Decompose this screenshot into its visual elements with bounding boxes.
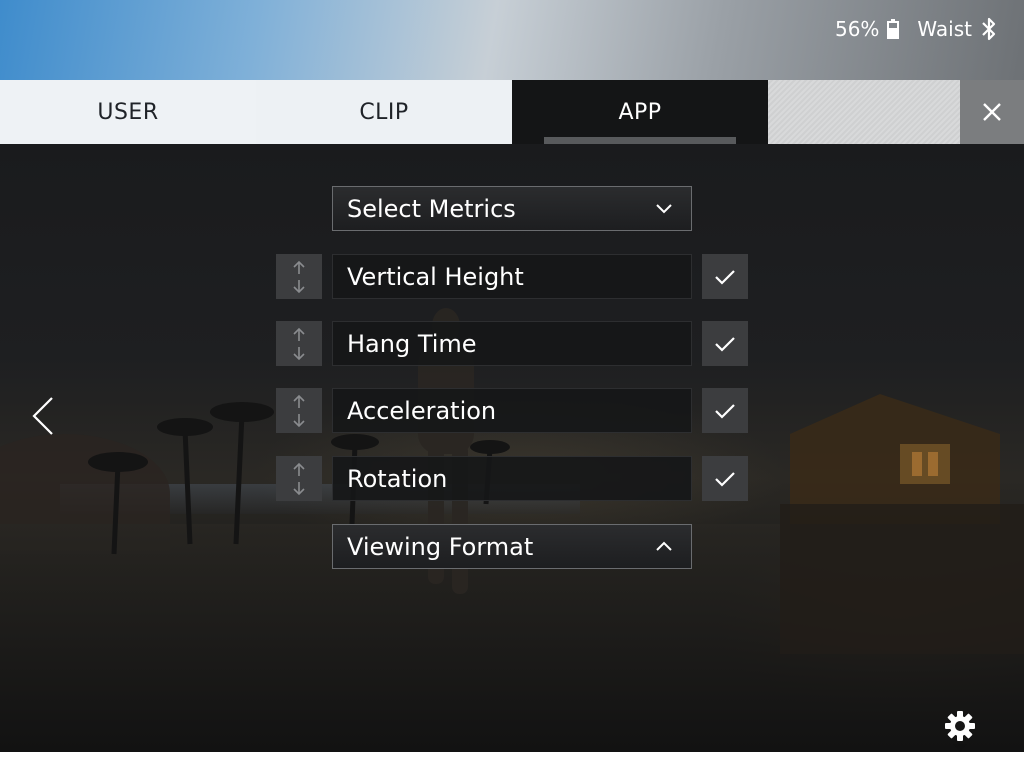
select-metrics-dropdown[interactable]: Select Metrics	[332, 186, 692, 231]
metric-row-acceleration: Acceleration	[276, 388, 748, 433]
close-icon	[983, 103, 1001, 121]
checkmark-icon	[715, 471, 735, 487]
viewing-format-dropdown[interactable]: Viewing Format	[332, 524, 692, 569]
close-button[interactable]	[960, 80, 1024, 144]
checkmark-icon	[715, 403, 735, 419]
tab-app-label: APP	[618, 99, 662, 125]
chevron-up-icon	[656, 541, 672, 551]
chevron-down-icon	[656, 204, 672, 214]
bottom-strip	[0, 752, 1024, 768]
tab-user[interactable]: USER	[0, 80, 256, 144]
sensor-location: Waist	[917, 17, 972, 41]
checkmark-icon	[715, 336, 735, 352]
battery-icon	[887, 19, 900, 39]
metric-checkbox-hang-time[interactable]	[702, 321, 748, 366]
reorder-arrows-icon	[293, 462, 305, 495]
reorder-arrows-icon	[293, 327, 305, 360]
status-indicators: 56% Waist	[835, 16, 998, 42]
metric-checkbox-vertical-height[interactable]	[702, 254, 748, 299]
settings-pointer	[953, 744, 967, 752]
tab-app[interactable]: APP	[512, 80, 768, 144]
tab-user-label: USER	[97, 99, 159, 125]
metric-label: Vertical Height	[332, 254, 692, 299]
status-bar: 56% Waist	[0, 0, 1024, 80]
chevron-left-icon[interactable]	[28, 394, 60, 438]
metric-row-vertical-height: Vertical Height	[276, 254, 748, 299]
reorder-handle[interactable]	[276, 456, 322, 501]
app-settings-panel: Select Metrics Vertical Height Hang Time…	[0, 144, 1024, 752]
metric-label: Hang Time	[332, 321, 692, 366]
tab-clip-label: CLIP	[359, 99, 409, 125]
reorder-handle[interactable]	[276, 254, 322, 299]
checkmark-icon	[715, 269, 735, 285]
viewing-format-label: Viewing Format	[347, 532, 534, 561]
tab-bar: USER CLIP APP	[0, 80, 1024, 144]
battery-percent: 56%	[834, 17, 880, 41]
reorder-arrows-icon	[293, 394, 305, 427]
tab-clip[interactable]: CLIP	[256, 80, 512, 144]
reorder-handle[interactable]	[276, 388, 322, 433]
gear-icon[interactable]	[942, 708, 978, 744]
tab-bar-spacer	[768, 80, 960, 144]
metric-row-hang-time: Hang Time	[276, 321, 748, 366]
background-scene	[88, 308, 1024, 654]
metric-label: Rotation	[332, 456, 692, 501]
metric-checkbox-rotation[interactable]	[702, 456, 748, 501]
active-tab-indicator	[544, 137, 736, 144]
reorder-handle[interactable]	[276, 321, 322, 366]
bluetooth-icon	[982, 17, 996, 41]
metric-checkbox-acceleration[interactable]	[702, 388, 748, 433]
select-metrics-label: Select Metrics	[347, 194, 516, 223]
metric-label: Acceleration	[332, 388, 692, 433]
reorder-arrows-icon	[293, 260, 305, 293]
metric-row-rotation: Rotation	[276, 456, 748, 501]
